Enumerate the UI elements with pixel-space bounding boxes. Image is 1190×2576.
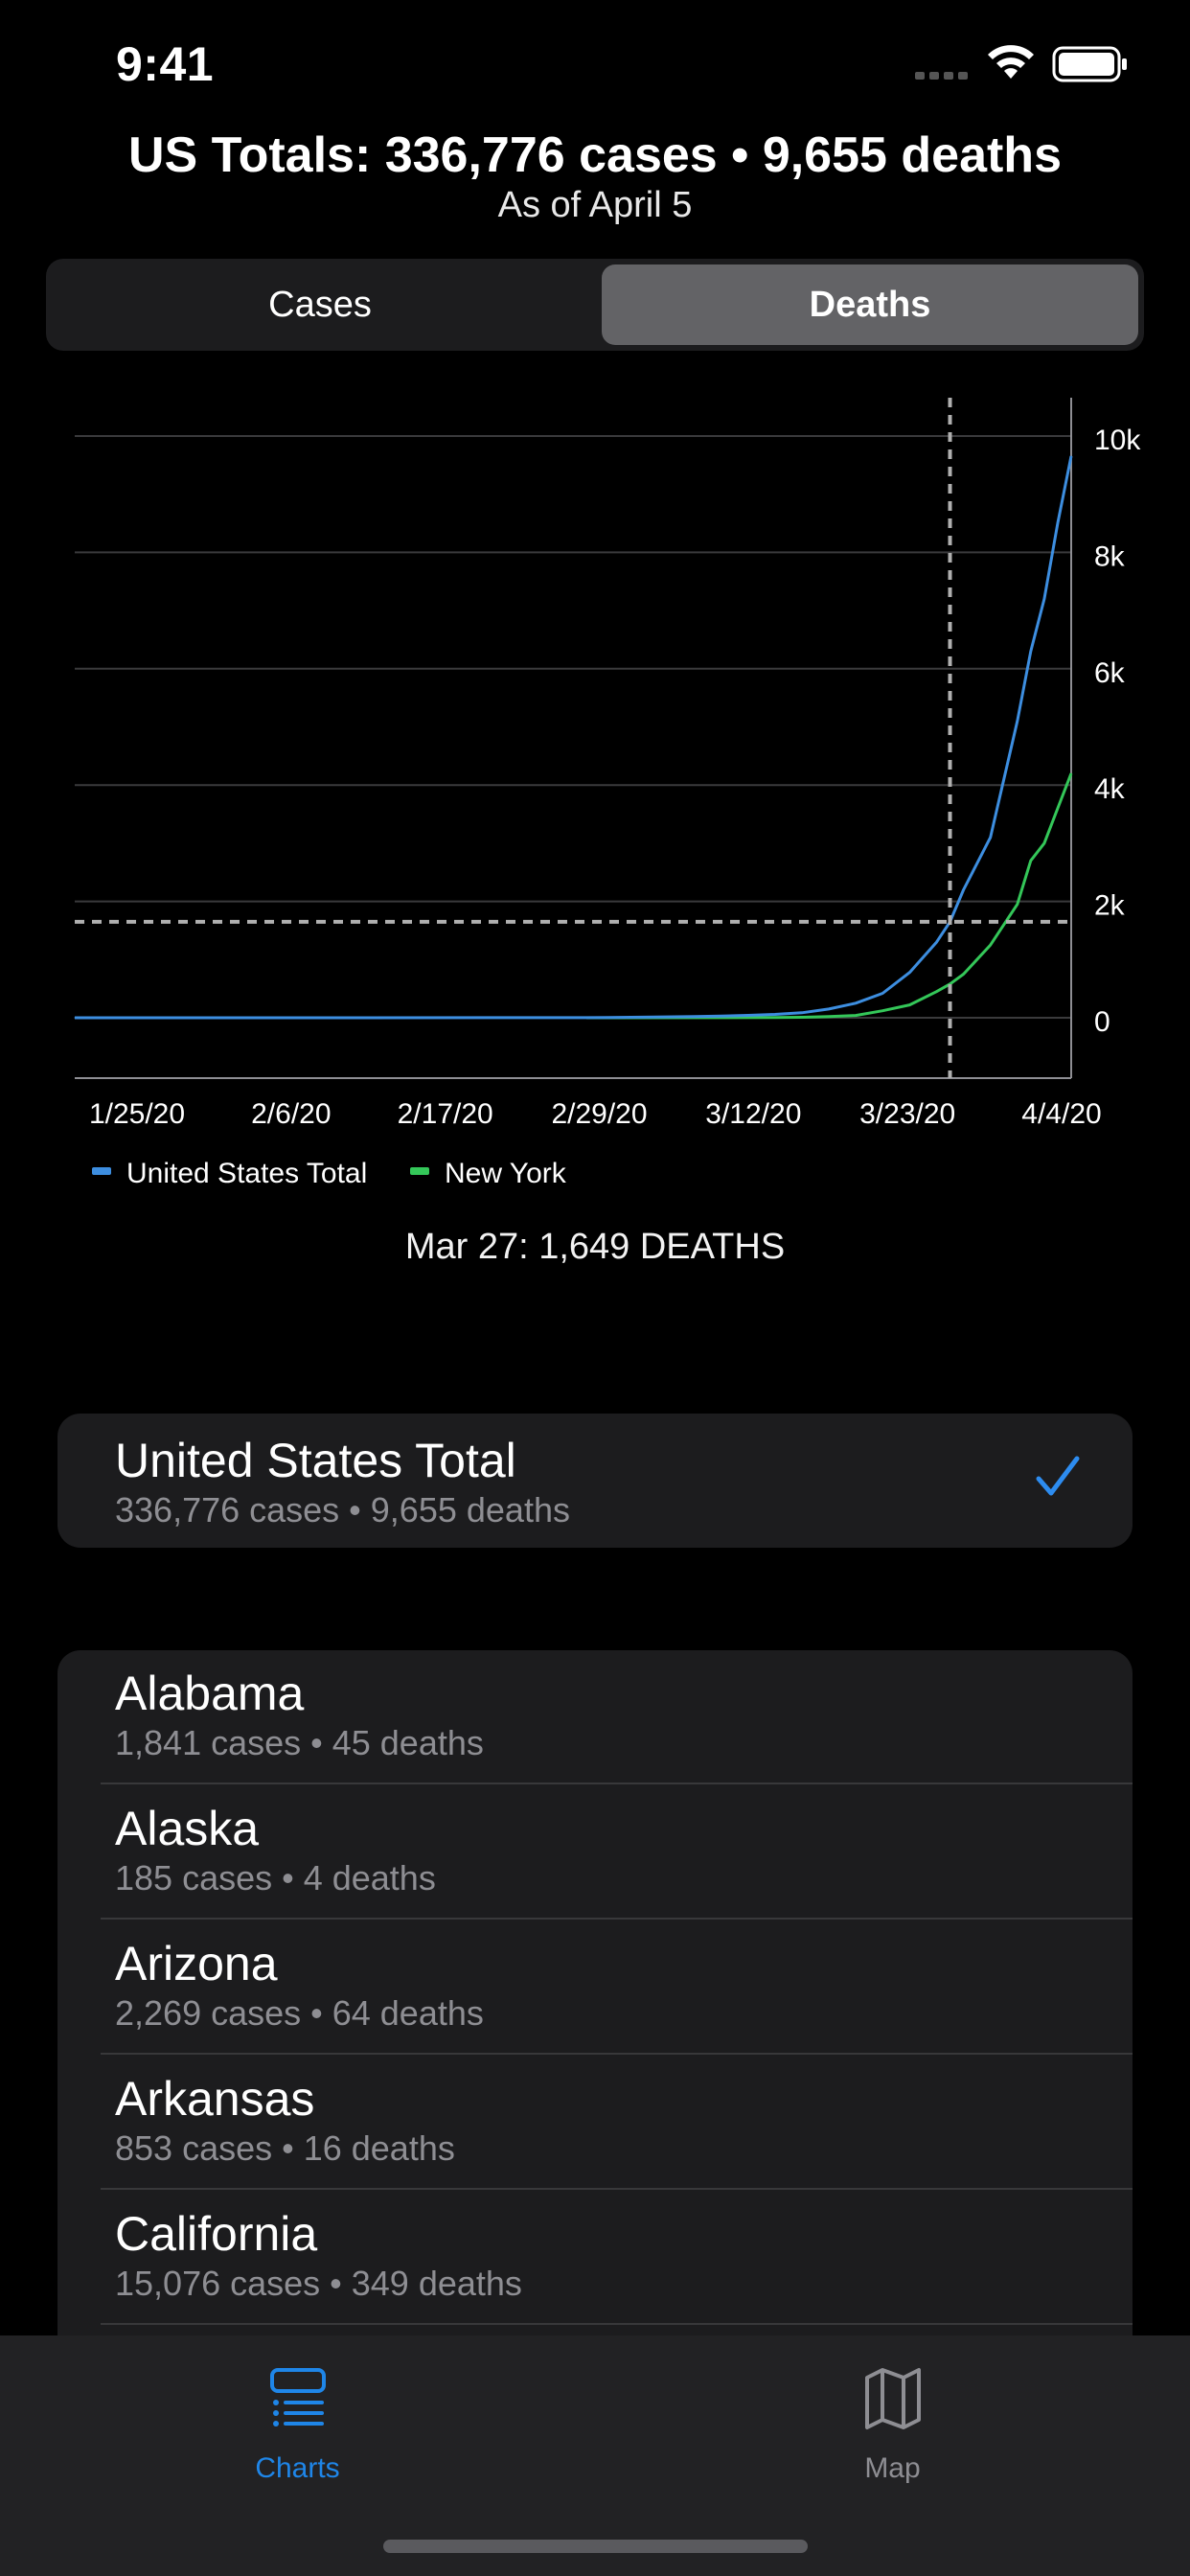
tab-label: Map xyxy=(864,2452,921,2484)
segment-deaths[interactable]: Deaths xyxy=(602,264,1138,345)
states-list: Alabama 1,841 cases • 45 deaths Alaska 1… xyxy=(57,1650,1133,2359)
data-point xyxy=(1043,598,1045,600)
data-point xyxy=(74,1017,76,1019)
data-point xyxy=(747,1015,749,1016)
state-name: Alabama xyxy=(115,1667,305,1720)
data-point xyxy=(1070,455,1072,457)
data-point xyxy=(774,1017,776,1019)
us-total-row[interactable]: United States Total 336,776 cases • 9,65… xyxy=(57,1414,1133,1548)
data-point xyxy=(855,1015,857,1017)
list-item-california[interactable]: California 15,076 cases • 349 deaths xyxy=(57,2191,1133,2325)
status-bar: 9:41 xyxy=(0,0,1190,128)
tab-label: Charts xyxy=(255,2452,340,2484)
state-stats: 185 cases • 4 deaths xyxy=(115,1858,436,1898)
legend-swatch xyxy=(410,1167,429,1175)
legend-swatch xyxy=(92,1167,111,1175)
segment-cases[interactable]: Cases xyxy=(52,264,588,345)
list-item-alaska[interactable]: Alaska 185 cases • 4 deaths xyxy=(57,1785,1133,1920)
y-tick-label: 4k xyxy=(1094,773,1126,805)
data-point xyxy=(855,1002,857,1004)
data-point xyxy=(1030,860,1032,862)
x-tick-label: 1/25/20 xyxy=(89,1098,185,1130)
data-point xyxy=(585,1017,587,1019)
tab-map[interactable]: Map xyxy=(595,2335,1190,2498)
data-point xyxy=(881,1010,883,1012)
list-item-alabama[interactable]: Alabama 1,841 cases • 45 deaths xyxy=(57,1650,1133,1784)
state-stats: 15,076 cases • 349 deaths xyxy=(115,2264,522,2303)
map-icon xyxy=(865,2368,921,2429)
x-tick-label: 2/17/20 xyxy=(398,1098,493,1130)
status-time: 9:41 xyxy=(116,37,215,91)
data-point xyxy=(963,889,965,890)
data-point xyxy=(652,1016,654,1018)
row-divider xyxy=(101,2323,1133,2325)
battery-icon xyxy=(1052,46,1127,82)
row-divider xyxy=(101,1918,1133,1920)
row-stats: 336,776 cases • 9,655 deaths xyxy=(115,1490,570,1530)
legend-label: United States Total xyxy=(126,1158,367,1189)
data-point xyxy=(1030,651,1032,653)
data-point xyxy=(936,991,937,993)
state-name: Arkansas xyxy=(115,2072,315,2126)
data-point xyxy=(774,1014,776,1015)
metric-segmented-control: Cases Deaths xyxy=(46,259,1144,351)
data-point xyxy=(801,1017,803,1018)
legend-label: New York xyxy=(445,1158,567,1189)
checkmark-icon xyxy=(1036,1456,1080,1496)
data-point xyxy=(881,993,883,994)
state-stats: 1,841 cases • 45 deaths xyxy=(115,1723,484,1762)
x-tick-label: 4/4/20 xyxy=(1021,1098,1101,1130)
deaths-line-chart[interactable]: 1/25/20 2/6/20 2/17/20 2/29/20 3/12/20 3/23/2… xyxy=(0,383,1190,1208)
row-divider xyxy=(101,1782,1133,1784)
y-tick-label: 0 xyxy=(1094,1006,1110,1038)
x-tick-label: 3/12/20 xyxy=(705,1098,801,1130)
tab-charts[interactable]: Charts xyxy=(0,2335,595,2498)
state-name: Arizona xyxy=(115,1937,278,1990)
data-point xyxy=(990,837,992,839)
data-point xyxy=(1057,522,1059,524)
page-title: US Totals: 336,776 cases • 9,655 deaths xyxy=(127,127,1062,183)
data-point xyxy=(908,972,910,974)
data-point xyxy=(1070,772,1072,774)
y-tick-label: 2k xyxy=(1094,890,1126,922)
data-point xyxy=(1043,842,1045,844)
y-tick-label: 6k xyxy=(1094,657,1126,689)
series-line-new-york xyxy=(586,772,1073,1020)
data-point xyxy=(694,1016,695,1018)
list-item-arizona[interactable]: Arizona 2,269 cases • 64 deaths xyxy=(57,1920,1133,2055)
data-point xyxy=(801,1012,803,1014)
x-tick-label: 2/6/20 xyxy=(251,1098,331,1130)
state-name: California xyxy=(115,2207,318,2261)
row-title: United States Total xyxy=(115,1434,516,1487)
state-name: Alaska xyxy=(115,1802,260,1855)
list-item-arkansas[interactable]: Arkansas 853 cases • 16 deaths xyxy=(57,2056,1133,2190)
as-of-date: As of April 5 xyxy=(497,185,693,225)
state-stats: 2,269 cases • 64 deaths xyxy=(115,1993,484,2033)
data-point xyxy=(1017,904,1018,906)
y-tick-label: 10k xyxy=(1094,425,1141,456)
state-stats: 853 cases • 16 deaths xyxy=(115,2128,455,2168)
series-line-united-states-total xyxy=(74,455,1073,1020)
data-point xyxy=(1017,720,1018,722)
data-point xyxy=(990,944,992,946)
y-tick-label: 8k xyxy=(1094,540,1126,572)
chart-selection-readout: Mar 27: 1,649 DEATHS xyxy=(404,1227,786,1267)
cellular-signal-icon xyxy=(915,72,968,80)
data-point xyxy=(936,941,937,943)
row-divider xyxy=(101,2053,1133,2055)
chart-list-icon xyxy=(270,2368,326,2426)
data-point xyxy=(828,1008,830,1010)
data-point xyxy=(963,974,965,975)
data-point xyxy=(908,1004,910,1006)
wifi-icon xyxy=(988,45,1034,79)
data-point xyxy=(1057,808,1059,809)
row-divider xyxy=(101,2188,1133,2190)
home-indicator xyxy=(383,2540,808,2553)
x-tick-label: 3/23/20 xyxy=(859,1098,955,1130)
data-point xyxy=(828,1016,830,1018)
x-tick-label: 2/29/20 xyxy=(551,1098,647,1130)
